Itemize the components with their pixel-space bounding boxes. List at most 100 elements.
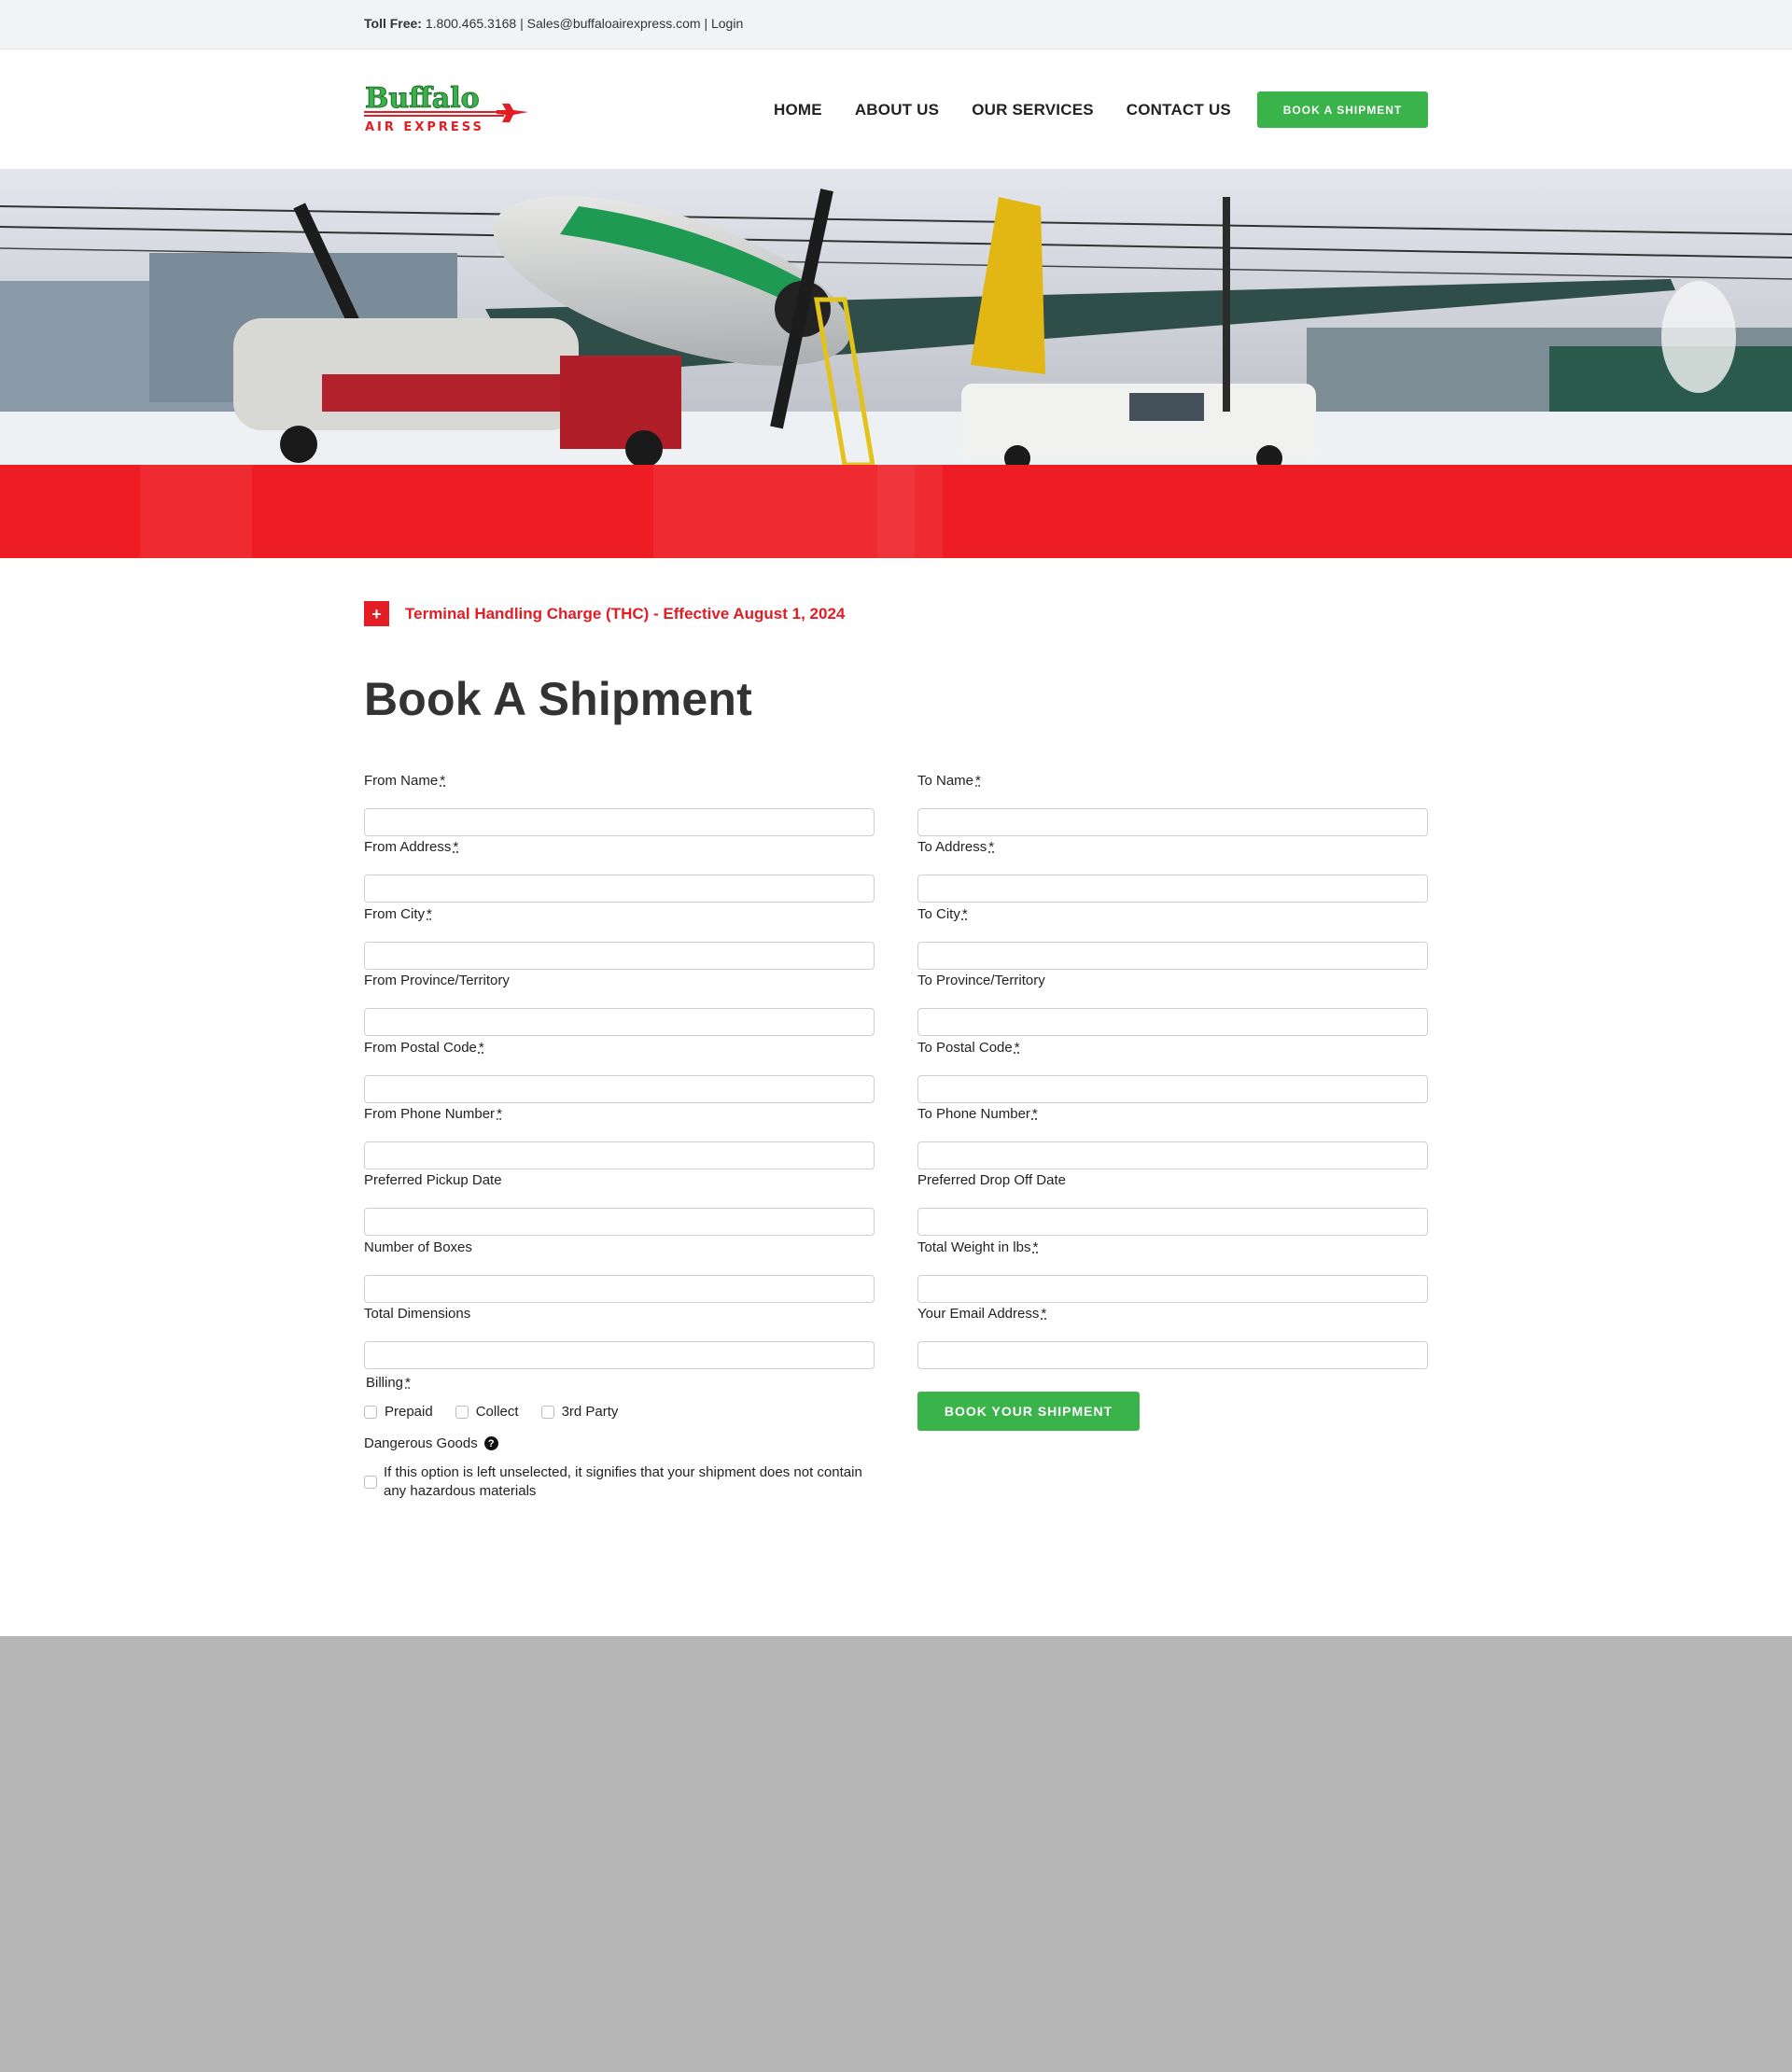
from-phone-field: From Phone Number * (364, 1106, 875, 1169)
to-name-field: To Name * (917, 773, 1428, 836)
total-weight-label: Total Weight in lbs * (917, 1239, 1039, 1255)
sales-email-link[interactable]: Sales@buffaloairexpress.com (527, 16, 701, 31)
to-postal-code-field: To Postal Code * (917, 1040, 1428, 1103)
thc-notice-toggle[interactable]: + Terminal Handling Charge (THC) - Effec… (364, 601, 845, 626)
from-address-label: From Address * (364, 839, 459, 855)
nav-our-services[interactable]: OUR SERVICES (972, 101, 1094, 119)
toll-free-phone[interactable]: 1.800.465.3168 (426, 16, 516, 31)
pickup-date-input[interactable] (364, 1208, 875, 1236)
email-address-field: Your Email Address * (917, 1306, 1428, 1369)
from-postal-code-input[interactable] (364, 1075, 875, 1103)
email-address-label: Your Email Address * (917, 1306, 1047, 1322)
drop-off-date-field: Preferred Drop Off Date (917, 1172, 1428, 1236)
third-party-checkbox[interactable] (540, 1405, 554, 1419)
pickup-date-field: Preferred Pickup Date (364, 1172, 875, 1236)
book-a-shipment-button[interactable]: BOOK A SHIPMENT (1257, 91, 1428, 128)
site-header: Buffalo AIR EXPRESS HOME ABOUT US OUR SE… (0, 49, 1792, 169)
total-weight-field: Total Weight in lbs * (917, 1239, 1428, 1303)
total-dimensions-label: Total Dimensions (364, 1306, 471, 1322)
separator: | (520, 16, 524, 31)
top-bar: Toll Free: 1.800.465.3168 | Sales@buffal… (0, 0, 1792, 49)
to-address-label: To Address * (917, 839, 995, 855)
to-province-input[interactable] (917, 1008, 1428, 1036)
to-name-input[interactable] (917, 808, 1428, 836)
total-dimensions-field: Total Dimensions (364, 1306, 875, 1369)
hero-airplane-scene (0, 169, 1792, 465)
dangerous-goods-option[interactable]: If this option is left unselected, it si… (364, 1463, 868, 1501)
from-phone-label: From Phone Number * (364, 1106, 502, 1122)
to-address-field: To Address * (917, 839, 1428, 903)
banner-shade (877, 465, 943, 558)
red-banner (0, 465, 1792, 558)
to-phone-input[interactable] (917, 1141, 1428, 1169)
number-of-boxes-input[interactable] (364, 1275, 875, 1303)
question-circle-icon[interactable]: ? (483, 1436, 498, 1450)
drop-off-date-label: Preferred Drop Off Date (917, 1172, 1066, 1188)
to-province-field: To Province/Territory (917, 973, 1428, 1036)
banner-shade (653, 465, 915, 558)
to-name-label: To Name * (917, 773, 981, 789)
total-weight-input[interactable] (917, 1275, 1428, 1303)
from-phone-input[interactable] (364, 1141, 875, 1169)
to-postal-code-label: To Postal Code * (917, 1040, 1020, 1056)
collect-checkbox[interactable] (455, 1405, 469, 1419)
logo-sub: AIR EXPRESS (365, 120, 484, 134)
billing-options: Prepaid Collect 3rd Party (364, 1404, 640, 1420)
separator: | (704, 16, 708, 31)
billing-label: Billing * (366, 1375, 411, 1391)
logo-word: Buffalo (365, 82, 480, 115)
to-postal-code-input[interactable] (917, 1075, 1428, 1103)
email-address-input[interactable] (917, 1341, 1428, 1369)
banner-shade (140, 465, 252, 558)
billing-option-prepaid[interactable]: Prepaid (364, 1404, 433, 1420)
from-name-label: From Name * (364, 773, 446, 789)
to-phone-label: To Phone Number * (917, 1106, 1038, 1122)
to-address-input[interactable] (917, 875, 1428, 903)
total-dimensions-input[interactable] (364, 1341, 875, 1369)
from-city-label: From City * (364, 906, 432, 922)
to-city-input[interactable] (917, 942, 1428, 970)
from-province-input[interactable] (364, 1008, 875, 1036)
page-title: Book A Shipment (364, 673, 752, 725)
nav-about-us[interactable]: ABOUT US (855, 101, 939, 119)
billing-option-3rd-party[interactable]: 3rd Party (540, 1404, 619, 1420)
number-of-boxes-field: Number of Boxes (364, 1239, 875, 1303)
pickup-date-label: Preferred Pickup Date (364, 1172, 502, 1188)
dangerous-goods-option-text[interactable]: If this option is left unselected, it si… (384, 1463, 868, 1501)
from-postal-code-field: From Postal Code * (364, 1040, 875, 1103)
from-city-input[interactable] (364, 942, 875, 970)
login-link[interactable]: Login (711, 16, 743, 31)
buffalo-air-express-logo[interactable]: Buffalo AIR EXPRESS (364, 81, 534, 137)
from-city-field: From City * (364, 906, 875, 970)
nav-contact-us[interactable]: CONTACT US (1127, 101, 1231, 119)
dangerous-goods-label: Dangerous Goods ? (364, 1435, 498, 1451)
drop-off-date-input[interactable] (917, 1208, 1428, 1236)
to-city-field: To City * (917, 906, 1428, 970)
to-province-label: To Province/Territory (917, 973, 1045, 988)
from-address-input[interactable] (364, 875, 875, 903)
from-province-field: From Province/Territory (364, 973, 875, 1036)
top-bar-contact: Toll Free: 1.800.465.3168 | Sales@buffal… (364, 16, 743, 31)
site-footer (0, 1636, 1792, 2072)
from-province-label: From Province/Territory (364, 973, 510, 988)
collect-label[interactable]: Collect (476, 1404, 519, 1420)
thc-notice-title[interactable]: Terminal Handling Charge (THC) - Effecti… (405, 605, 845, 623)
to-phone-field: To Phone Number * (917, 1106, 1428, 1169)
third-party-label[interactable]: 3rd Party (562, 1404, 619, 1420)
billing-option-collect[interactable]: Collect (455, 1404, 519, 1420)
from-name-input[interactable] (364, 808, 875, 836)
from-address-field: From Address * (364, 839, 875, 903)
prepaid-checkbox[interactable] (364, 1405, 377, 1419)
dangerous-goods-checkbox[interactable] (364, 1476, 377, 1489)
prepaid-label[interactable]: Prepaid (385, 1404, 433, 1420)
number-of-boxes-label: Number of Boxes (364, 1239, 472, 1255)
from-name-field: From Name * (364, 773, 875, 836)
from-postal-code-label: From Postal Code * (364, 1040, 484, 1056)
main-nav: HOME ABOUT US OUR SERVICES CONTACT US (774, 99, 1264, 121)
hero-image (0, 169, 1792, 465)
book-your-shipment-button[interactable]: BOOK YOUR SHIPMENT (917, 1392, 1140, 1431)
nav-home[interactable]: HOME (774, 101, 822, 119)
plus-icon[interactable]: + (364, 601, 389, 626)
toll-free-label: Toll Free: (364, 16, 422, 31)
to-city-label: To City * (917, 906, 968, 922)
